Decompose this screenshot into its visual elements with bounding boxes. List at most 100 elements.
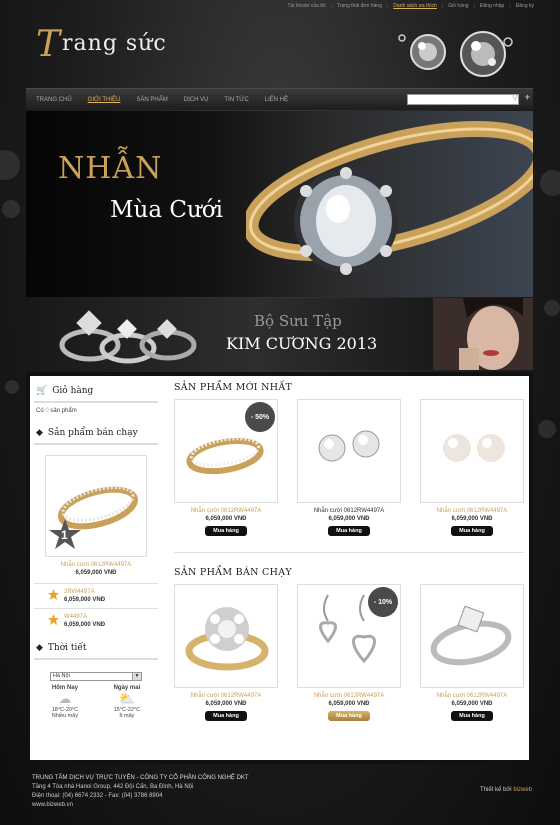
- site-logo[interactable]: Trang sức: [36, 24, 167, 65]
- hero-banner[interactable]: NHẪN Mùa Cưới: [26, 111, 533, 297]
- buy-button[interactable]: Mua hàng: [451, 526, 493, 536]
- weather-title: Thời tiết: [47, 643, 87, 653]
- top-links: Tài khoản của tôi | Trạng thái đơn hàng | …: [287, 3, 535, 9]
- bestseller-image[interactable]: 1: [45, 455, 147, 557]
- product-price: 6,059,000 VNĐ: [451, 701, 493, 707]
- list-item-name[interactable]: 2RW4497A: [64, 589, 105, 595]
- nav-news[interactable]: TIN TỨC: [224, 97, 248, 103]
- list-item[interactable]: 2RW4497A 6,059,000 VNĐ: [34, 583, 158, 608]
- search-icon[interactable]: ⚲: [512, 93, 518, 102]
- star-badge-icon: [48, 589, 59, 600]
- buy-button[interactable]: Mua hàng: [205, 526, 247, 536]
- chevron-down-icon[interactable]: ▼: [132, 673, 141, 680]
- section-divider: [174, 552, 524, 553]
- list-item-name[interactable]: W4497A: [64, 614, 105, 620]
- diamond-earrings-image: [318, 430, 380, 462]
- nav-contact[interactable]: LIÊN HỆ: [265, 97, 288, 103]
- product-card: Nhẫn cưới 0612RW4497A 6,059,000 VNĐ Mua …: [420, 399, 524, 536]
- product-card: Nhẫn cưới 0612RW4497A 6,059,000 VNĐ Mua …: [174, 584, 278, 721]
- product-image[interactable]: - 10%: [297, 584, 401, 688]
- collection-banner[interactable]: Bộ Sưu Tập KIM CƯƠNG 2013: [26, 298, 533, 370]
- top-link-wishlist[interactable]: Danh sách ưa thích: [393, 3, 437, 9]
- product-name[interactable]: Nhẫn cưới 0612RW4497A: [297, 693, 401, 699]
- product-grid-new: - 50% Nhẫn cưới 0612RW4497A 6,059,000 VN…: [174, 399, 524, 536]
- cart-header: 🛒 Giỏ hàng: [34, 380, 158, 403]
- bestseller-price: 6,059,000 VNĐ: [75, 570, 117, 576]
- footer-company: TRUNG TÂM DỊCH VỤ TRỰC TUYẾN - CÔNG TY C…: [32, 775, 249, 781]
- footer: TRUNG TÂM DỊCH VỤ TRỰC TUYẾN - CÔNG TY C…: [32, 774, 532, 810]
- sun-cloud-icon: ⛅: [118, 691, 136, 706]
- buy-button[interactable]: Mua hàng: [328, 526, 370, 536]
- top-link-order-status[interactable]: Trạng thái đơn hàng: [337, 3, 382, 9]
- ring-image: [185, 607, 269, 671]
- list-item[interactable]: W4497A 6,059,000 VNĐ: [34, 608, 158, 633]
- diamond-bullet-icon: ◆: [36, 643, 43, 653]
- product-name[interactable]: Nhẫn cưới 0612RW4497A: [297, 508, 401, 514]
- cloud-icon: ☁: [58, 691, 72, 706]
- product-image[interactable]: [420, 399, 524, 503]
- top-link-cart[interactable]: Giỏ hàng: [448, 3, 468, 9]
- product-image[interactable]: [297, 399, 401, 503]
- product-card: - 50% Nhẫn cưới 0612RW4497A 6,059,000 VN…: [174, 399, 278, 536]
- footer-brand-link[interactable]: bizweb: [513, 787, 532, 793]
- list-item-price: 6,059,000 VNĐ: [64, 597, 106, 603]
- nav-services[interactable]: DỊCH VỤ: [184, 97, 209, 103]
- banner-title: NHẪN: [58, 151, 163, 186]
- product-image[interactable]: [420, 584, 524, 688]
- product-name[interactable]: Nhẫn cưới 0612RW4497A: [420, 508, 524, 514]
- main-nav: TRANG CHỦ GIỚI THIỆU SẢN PHẨM DỊCH VỤ TI…: [26, 88, 533, 110]
- bestseller-rank: 1: [61, 528, 68, 542]
- list-item-price: 6,059,000 VNĐ: [64, 622, 106, 628]
- product-name[interactable]: Nhẫn cưới 0612RW4497A: [174, 693, 278, 699]
- bestseller-name[interactable]: Nhẫn cưới 0612RW4497A: [34, 562, 158, 568]
- product-name[interactable]: Nhẫn cưới 0612RW4497A: [174, 508, 278, 514]
- banner-subtitle: Mùa Cưới: [110, 197, 224, 223]
- weather-forecast: Hôm Nay ☁ 18°C-20°C Nhiều mây Ngày mai ⛅…: [34, 685, 158, 719]
- buy-button[interactable]: Mua hàng: [451, 711, 493, 721]
- content-panel: 🛒 Giỏ hàng Có 0 sản phẩm ◆ Sản phẩm bán …: [26, 372, 533, 764]
- section-title-bestseller: SẢN PHẨM BÁN CHẠY: [174, 567, 292, 578]
- sale-badge: - 50%: [245, 402, 275, 432]
- footer-website[interactable]: www.bizweb.vn: [32, 801, 532, 810]
- footer-phone: Điện thoại: (04) 6674 2332 - Fax: (04) 3…: [32, 793, 163, 799]
- nav-home[interactable]: TRANG CHỦ: [36, 97, 72, 103]
- star-badge-icon: [48, 614, 59, 625]
- bestseller-header: ◆ Sản phẩm bán chạy: [34, 422, 158, 445]
- cart-title: Giỏ hàng: [52, 386, 94, 396]
- main-content: SẢN PHẨM MỚI NHẤT - 50% Nhẫn cưới 0612RW…: [174, 382, 524, 721]
- product-price: 6,059,000 VNĐ: [328, 701, 370, 707]
- sidebar: 🛒 Giỏ hàng Có 0 sản phẩm ◆ Sản phẩm bán …: [34, 380, 158, 719]
- bokeh-light: [540, 170, 560, 196]
- sale-badge: - 10%: [368, 587, 398, 617]
- nav-about[interactable]: GIỚI THIỆU: [88, 97, 121, 103]
- cart-icon: 🛒: [36, 386, 48, 396]
- header-jewel-image: [398, 31, 513, 77]
- weather-tomorrow: Ngày mai ⛅ 15°C-22°C Ít mây: [113, 685, 141, 719]
- weather-header: ◆ Thời tiết: [34, 637, 158, 660]
- top-link-account[interactable]: Tài khoản của tôi: [288, 3, 326, 9]
- product-card: Nhẫn cưới 0612RW4497A 6,059,000 VNĐ Mua …: [420, 584, 524, 721]
- ring-image: [430, 605, 512, 666]
- bokeh-light: [2, 200, 20, 218]
- product-price: 6,059,000 VNĐ: [451, 516, 493, 522]
- bokeh-light: [5, 380, 19, 394]
- product-card: Nhẫn cưới 0612RW4497A 6,059,000 VNĐ Mua …: [297, 399, 401, 536]
- nav-products[interactable]: SẢN PHẨM: [136, 97, 167, 103]
- bestseller-title: Sản phẩm bán chạy: [47, 428, 138, 438]
- cart-count[interactable]: 0: [45, 408, 48, 414]
- product-image[interactable]: - 50%: [174, 399, 278, 503]
- product-name[interactable]: Nhẫn cưới 0612RW4497A: [420, 693, 524, 699]
- city-select[interactable]: Hà Nội ▼: [50, 672, 142, 681]
- model-image: [433, 298, 533, 370]
- buy-button[interactable]: Mua hàng: [328, 711, 370, 721]
- product-price: 6,059,000 VNĐ: [328, 516, 370, 522]
- buy-button[interactable]: Mua hàng: [205, 711, 247, 721]
- search-input[interactable]: [407, 94, 519, 105]
- product-image[interactable]: [174, 584, 278, 688]
- top-link-register[interactable]: Đăng ký: [516, 3, 534, 9]
- collection-title: Bộ Sưu Tập: [254, 312, 342, 330]
- collection-subtitle: KIM CƯƠNG 2013: [226, 334, 378, 353]
- plus-icon[interactable]: +: [525, 92, 530, 102]
- top-link-login[interactable]: Đăng nhập: [480, 3, 504, 9]
- bokeh-light: [0, 150, 20, 180]
